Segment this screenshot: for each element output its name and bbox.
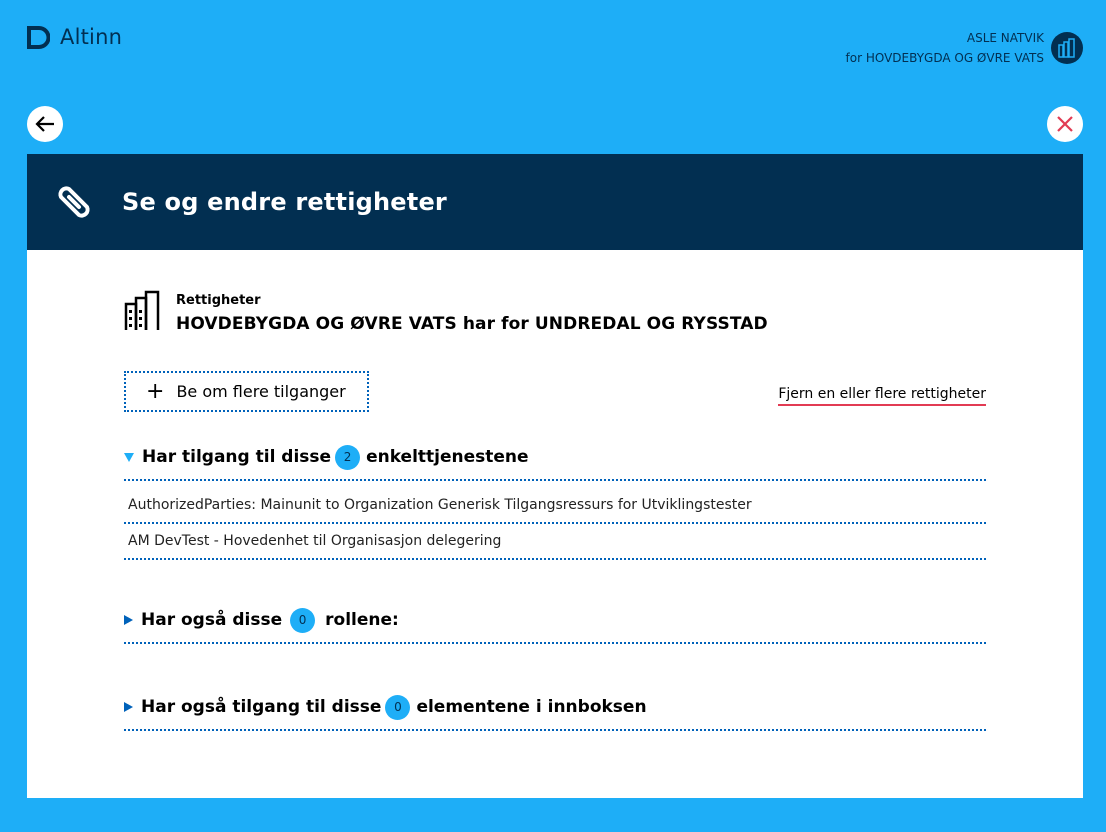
close-button[interactable] <box>1047 106 1083 142</box>
section-prefix: Har også disse <box>141 610 283 630</box>
services-section: Har tilgang til disse 2 enkelttjenestene… <box>124 443 986 560</box>
remove-rights-link[interactable]: Fjern en eller flere rettigheter <box>778 386 986 406</box>
count-badge: 0 <box>385 694 411 720</box>
link-icon <box>58 186 90 218</box>
inbox-section-toggle[interactable]: Har også tilgang til disse 0 elementene … <box>124 693 986 731</box>
organization-avatar-icon <box>1051 32 1083 64</box>
roles-section: Har også disse 0 rollene: <box>124 606 986 644</box>
caret-right-icon <box>124 615 133 625</box>
user-menu[interactable]: ASLE NATVIK for HOVDEBYGDA OG ØVRE VATS <box>846 28 1083 68</box>
request-more-access-label: Be om flere tilganger <box>176 382 346 401</box>
count-badge: 2 <box>335 444 361 470</box>
rights-title: HOVDEBYGDA OG ØVRE VATS har for UNDREDAL… <box>176 314 768 334</box>
altinn-logo[interactable]: Altinn <box>27 25 122 49</box>
section-prefix: Har tilgang til disse <box>142 447 332 467</box>
caret-down-icon <box>124 452 134 462</box>
list-item[interactable]: AuthorizedParties: Mainunit to Organizat… <box>124 488 986 524</box>
section-suffix: enkelttjenestene <box>366 447 529 467</box>
caret-right-icon <box>124 702 133 712</box>
panel-header: Se og endre rettigheter <box>27 154 1083 250</box>
arrow-left-icon <box>35 116 54 132</box>
rights-panel: Se og endre rettigheter Rettigheter HOVD… <box>27 154 1083 798</box>
building-icon <box>124 290 160 330</box>
roles-section-toggle[interactable]: Har også disse 0 rollene: <box>124 606 986 644</box>
user-org: for HOVDEBYGDA OG ØVRE VATS <box>845 51 1044 65</box>
brand-name: Altinn <box>60 25 123 49</box>
plus-icon: + <box>146 378 165 404</box>
section-suffix: rollene: <box>325 610 399 630</box>
section-prefix: Har også tilgang til disse <box>141 697 382 717</box>
inbox-section: Har også tilgang til disse 0 elementene … <box>124 693 986 731</box>
list-item[interactable]: AM DevTest - Hovedenhet til Organisasjon… <box>124 524 986 560</box>
count-badge: 0 <box>290 607 316 633</box>
page-title: Se og endre rettigheter <box>122 188 447 216</box>
close-icon <box>1057 116 1073 132</box>
rights-label: Rettigheter <box>176 293 261 308</box>
back-button[interactable] <box>27 106 63 142</box>
rights-heading: Rettigheter HOVDEBYGDA OG ØVRE VATS har … <box>124 288 986 334</box>
section-suffix: elementene i innboksen <box>416 697 647 717</box>
request-more-access-button[interactable]: + Be om flere tilganger <box>124 371 369 412</box>
user-name: ASLE NATVIK <box>966 31 1044 45</box>
services-section-toggle[interactable]: Har tilgang til disse 2 enkelttjenestene <box>124 443 986 481</box>
altinn-logo-icon <box>27 25 50 49</box>
